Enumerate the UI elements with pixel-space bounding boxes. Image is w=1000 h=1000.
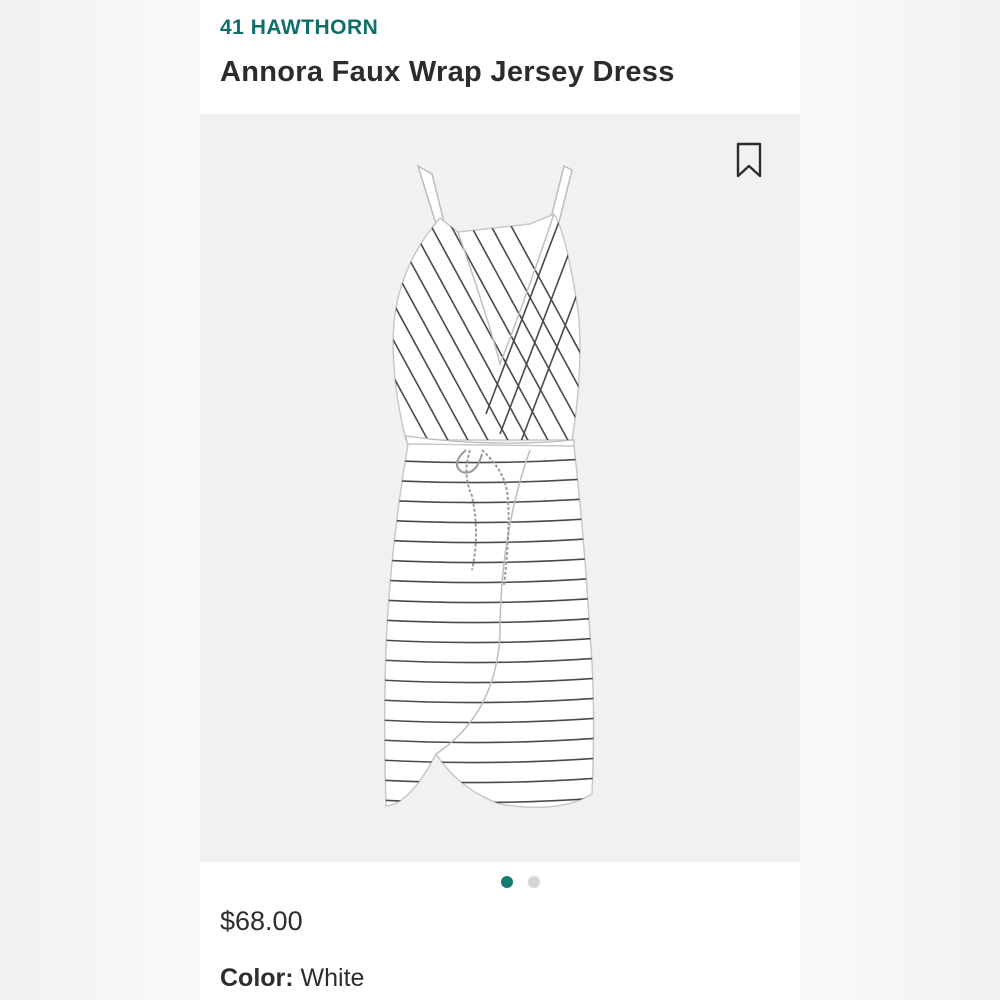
carousel-indicator [200,876,800,890]
page-backdrop: 41 HAWTHORN Annora Faux Wrap Jersey Dres… [0,0,1000,1000]
product-title: Annora Faux Wrap Jersey Dress [220,56,675,88]
product-image [383,164,595,809]
color-label: Color: [220,964,301,992]
color-value: White [300,964,365,992]
brand-name[interactable]: 41 HAWTHORN [220,16,378,40]
product-price: $68.00 [220,906,303,936]
color-info: Color: White [220,964,364,993]
bookmark-icon[interactable] [734,142,764,178]
carousel-dot-2[interactable] [527,876,540,888]
product-card: 41 HAWTHORN Annora Faux Wrap Jersey Dres… [200,0,800,1000]
product-header: 41 HAWTHORN Annora Faux Wrap Jersey Dres… [200,0,800,114]
carousel-dot-1[interactable] [500,876,513,888]
product-image-carousel[interactable] [200,114,800,862]
